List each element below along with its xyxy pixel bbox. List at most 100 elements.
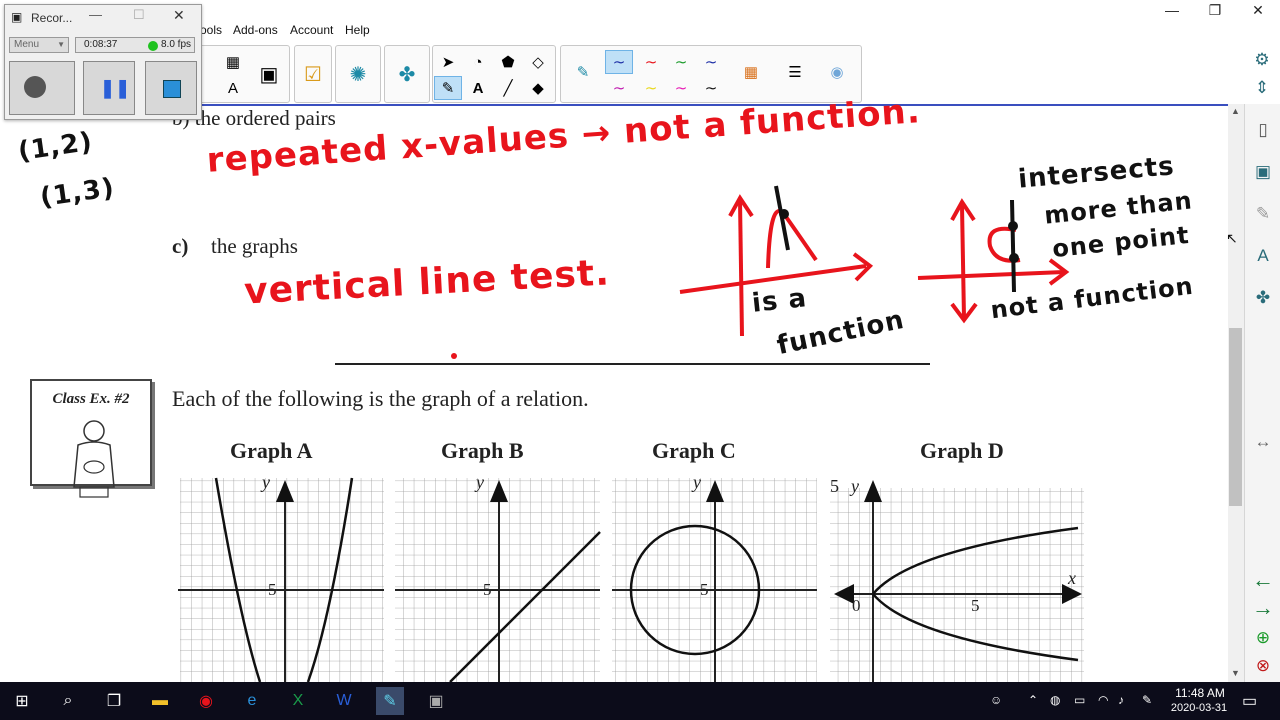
move-toolbar-icon[interactable]: ⇕ — [1248, 74, 1276, 102]
part-c-text: the graphs — [211, 234, 298, 258]
addons-icon[interactable]: ✤ — [387, 50, 427, 98]
graph-a-title: Graph A — [230, 438, 313, 463]
clock-date[interactable]: 2020-03-31 — [1168, 702, 1230, 714]
menu-addons[interactable]: Add-ons — [233, 23, 278, 37]
notebook-icon[interactable]: ✎ — [376, 687, 404, 715]
next-page-icon[interactable]: → — [1249, 594, 1277, 622]
recorder-taskbar-icon[interactable]: ▣ — [422, 687, 450, 715]
network-icon[interactable]: ◍ — [1050, 693, 1060, 707]
shape-icon[interactable]: ◔ — [464, 50, 492, 74]
delete-page-icon[interactable]: ⊗ — [1249, 652, 1277, 680]
text-format-icon[interactable]: A — [219, 76, 247, 100]
table-icon[interactable]: ▦ — [219, 50, 247, 74]
close-button[interactable]: ✕ — [1243, 2, 1273, 19]
pen-blue-icon[interactable]: ∼ — [605, 50, 633, 74]
pen-green-icon[interactable]: ∼ — [667, 50, 695, 74]
pen-red-icon[interactable]: ∼ — [637, 50, 665, 74]
scroll-up-icon[interactable]: ▲ — [1231, 106, 1240, 116]
excel-icon[interactable]: X — [284, 687, 312, 715]
pause-button[interactable]: ❚❚ — [83, 61, 135, 115]
tray-chevron-icon[interactable]: ⌃ — [1028, 693, 1038, 707]
pen-navy-icon[interactable]: ∼ — [697, 50, 725, 74]
taskbar: ⊞ ⌕ ❐ ▬ ◉ e X W ✎ ▣ ☺ ⌃ ◍ ▭ ◠ ♪ ✎ 11:48 … — [0, 682, 1280, 720]
task-view-icon[interactable]: ❐ — [100, 687, 128, 715]
pen-magenta-icon[interactable]: ∼ — [605, 76, 633, 100]
eraser-icon[interactable]: ◆ — [524, 76, 552, 100]
volume-icon[interactable]: ♪ — [1118, 693, 1124, 707]
graph-c — [612, 478, 817, 682]
screen-capture-icon[interactable]: ▣ — [249, 50, 289, 98]
toolbar-group-widget: ✺ — [335, 45, 381, 103]
menu-tools[interactable]: ools — [200, 23, 222, 37]
ink-sketches — [679, 185, 1070, 337]
mouse-cursor-icon: ↖ — [1226, 230, 1238, 246]
recorder-menu-dropdown[interactable]: Menu ▼ — [9, 37, 69, 53]
add-page-icon[interactable]: ⊕ — [1249, 624, 1277, 652]
search-icon[interactable]: ⌕ — [54, 687, 82, 715]
text-tool-icon[interactable]: A — [464, 76, 492, 100]
toolbar-group-tools: ➤ ◔ ⬟ ◇ ✎ A ╱ ◆ — [432, 45, 556, 103]
menu-account[interactable]: Account — [290, 23, 333, 37]
wifi-icon[interactable]: ◠ — [1098, 693, 1108, 707]
people-icon[interactable]: ☺ — [990, 693, 1002, 707]
line-style-icon[interactable]: ☰ — [781, 60, 809, 84]
recorder-minimize-button[interactable]: — — [89, 7, 102, 22]
pen-pink-icon[interactable]: ∼ — [667, 76, 695, 100]
properties-icon[interactable]: A — [1249, 242, 1277, 270]
pen-workspace-icon[interactable]: ✎ — [1142, 693, 1152, 707]
settings-bar: ⚙ ⇕ — [1244, 42, 1280, 104]
addons-panel-icon[interactable]: ✤ — [1249, 284, 1277, 312]
graph-a-y-label: y — [262, 472, 270, 492]
word-icon[interactable]: W — [330, 687, 358, 715]
clock-time[interactable]: 11:48 AM — [1172, 686, 1228, 700]
graph-c-y-label: y — [693, 472, 701, 492]
battery-icon[interactable]: ▭ — [1074, 693, 1085, 707]
record-button[interactable] — [9, 61, 75, 115]
recorder-status: 0:08:37 8.0 fps — [75, 37, 195, 53]
graph-b-tick: 5 — [483, 580, 492, 599]
recorder-menu-label: Menu — [14, 39, 40, 50]
select-arrow-icon[interactable]: ➤ — [434, 50, 462, 74]
fill-icon[interactable]: ◇ — [524, 50, 552, 74]
polygon-icon[interactable]: ⬟ — [494, 50, 522, 74]
part-c-label: c) — [172, 234, 189, 258]
graph-d-x-label: x — [1068, 568, 1076, 588]
pen-yellow-icon[interactable]: ∼ — [637, 76, 665, 100]
scroll-down-icon[interactable]: ▼ — [1231, 668, 1240, 678]
pen-black-icon[interactable]: ∼ — [697, 76, 725, 100]
edge-icon[interactable]: e — [238, 687, 266, 715]
notifications-icon[interactable]: ▭ — [1242, 691, 1257, 711]
recorder-close-button[interactable]: ✕ — [173, 7, 185, 24]
graph-b — [395, 478, 601, 682]
intro-text: Each of the following is the graph of a … — [172, 386, 589, 411]
class-example-label: Class Ex. #2 — [52, 391, 130, 407]
gear-icon[interactable]: ⚙ — [1248, 46, 1276, 74]
stop-button[interactable] — [145, 61, 197, 115]
chrome-icon[interactable]: ◉ — [192, 687, 220, 715]
line-tool-icon[interactable]: ╱ — [494, 76, 522, 100]
page-sorter-icon[interactable]: ▯ — [1249, 116, 1277, 144]
resize-icon[interactable]: ↔ — [1249, 428, 1277, 456]
restore-button[interactable]: ❐ — [1200, 2, 1230, 19]
ink-vertical-line-test: vertical line test. — [243, 252, 611, 313]
graph-d-y-label: y — [851, 476, 859, 496]
gallery-icon[interactable]: ▣ — [1249, 158, 1277, 186]
class-example-box: Class Ex. #2 — [30, 379, 152, 498]
status-dot-icon — [148, 41, 158, 51]
recorder-maximize-button[interactable]: ☐ — [133, 7, 145, 23]
windows-start-icon[interactable]: ⊞ — [8, 687, 36, 715]
fill-bucket-icon[interactable]: ◉ — [823, 60, 851, 84]
scrollbar-thumb[interactable] — [1229, 328, 1242, 506]
pen-tool-icon[interactable]: ✎ — [434, 76, 462, 100]
graph-c-title: Graph C — [652, 438, 736, 463]
teacher-illustration — [73, 420, 115, 498]
menu-help[interactable]: Help — [345, 23, 370, 37]
color-palette-icon[interactable]: ▦ — [737, 60, 765, 84]
pen-icon[interactable]: ✎ — [569, 60, 597, 84]
previous-page-icon[interactable]: ← — [1249, 566, 1277, 594]
response-icon[interactable]: ☑ — [293, 50, 333, 98]
minimize-button[interactable]: — — [1157, 2, 1187, 18]
attachments-icon[interactable]: ✎ — [1249, 200, 1277, 228]
file-explorer-icon[interactable]: ▬ — [146, 687, 174, 715]
widget-icon[interactable]: ✺ — [338, 50, 378, 98]
